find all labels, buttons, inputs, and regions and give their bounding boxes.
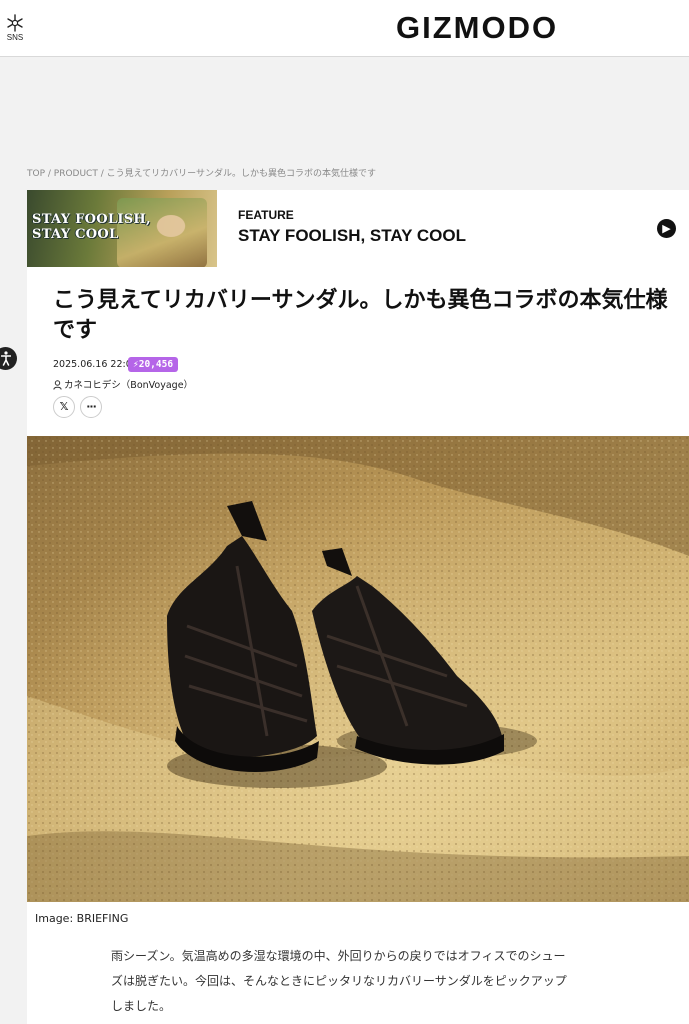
image-caption: Image: BRIEFING <box>35 912 129 925</box>
sns-menu-button[interactable]: SNS <box>3 14 27 42</box>
sandals-on-rock-photo <box>27 436 689 902</box>
article-title: こう見えてリカバリーサンダル。しかも異色コラボの本気仕様です <box>53 288 668 343</box>
view-count-badge: ⚡20,456 <box>128 357 179 372</box>
accessibility-button[interactable] <box>0 347 17 370</box>
person-icon <box>53 380 62 390</box>
author-line[interactable]: カネコヒデシ（BonVoyage） <box>53 377 193 391</box>
author-name[interactable]: カネコヒデシ（BonVoyage） <box>64 380 193 391</box>
sns-label: SNS <box>6 33 24 42</box>
chevron-right-icon[interactable]: ▶ <box>657 219 676 238</box>
publish-date: 2025.06.16 22:00 <box>53 359 138 370</box>
article-body: 雨シーズン。気温高めの多湿な環境の中、外回りからの戻りではオフィスでのシューズは… <box>111 949 567 1013</box>
thumb-text-line-1: STAY FOOLISH, <box>32 212 151 227</box>
top-bar: SNS GIZMODO <box>0 0 689 57</box>
hero-image <box>27 436 689 902</box>
feature-kicker: FEATURE <box>238 208 294 222</box>
feature-thumbnail-text: STAY FOOLISH, STAY COOL <box>32 212 151 242</box>
breadcrumb[interactable]: TOP / PRODUCT / こう見えてリカバリーサンダル。しかも異色コラボの… <box>27 166 376 179</box>
feature-banner[interactable]: STAY FOOLISH, STAY COOL FEATURE STAY FOO… <box>27 190 689 267</box>
thumb-text-line-2: STAY COOL <box>32 227 119 242</box>
share-more-button[interactable]: ··· <box>80 396 102 418</box>
site-logo[interactable]: GIZMODO <box>396 10 558 46</box>
sns-icon <box>7 14 23 32</box>
accessibility-icon <box>1 351 11 366</box>
feature-thumbnail[interactable]: STAY FOOLISH, STAY COOL <box>27 190 217 267</box>
feature-title[interactable]: STAY FOOLISH, STAY COOL <box>238 226 466 246</box>
share-x-button[interactable]: 𝕏 <box>53 396 75 418</box>
article-card: STAY FOOLISH, STAY COOL FEATURE STAY FOO… <box>27 190 689 1024</box>
